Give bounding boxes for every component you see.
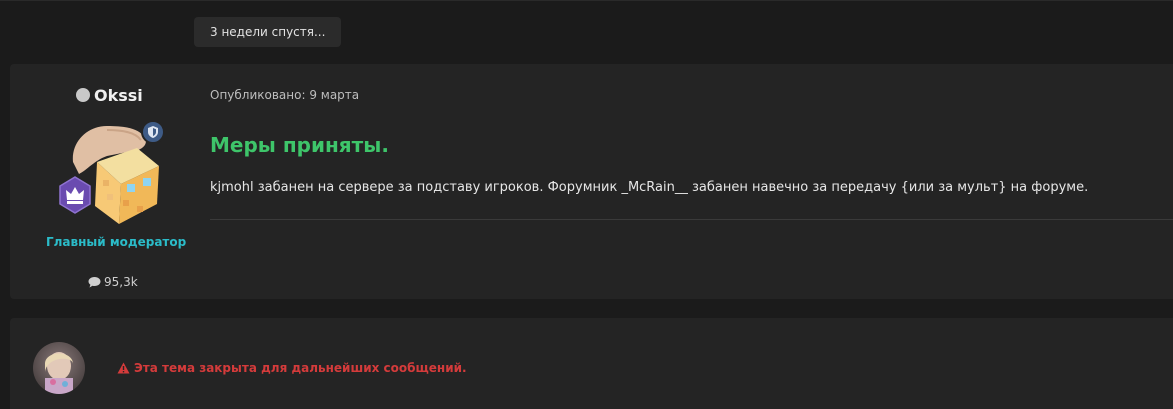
comment-icon — [88, 277, 101, 288]
author-name-link[interactable]: Okssi — [76, 86, 143, 105]
user-avatar-image — [33, 342, 85, 394]
moderator-shield-icon — [141, 120, 165, 144]
author-name: Okssi — [94, 86, 143, 105]
topic-page: 3 недели спустя... Okssi Главный модерат… — [0, 0, 1173, 409]
time-gap-button[interactable]: 3 недели спустя... — [194, 17, 342, 47]
crown-badge-icon — [56, 176, 94, 214]
current-user-avatar[interactable] — [33, 342, 85, 394]
post-title: Меры приняты. — [210, 133, 389, 157]
forum-post: Okssi Главный модератор 95,3k Опубликова… — [10, 64, 1173, 299]
warning-icon — [117, 362, 130, 374]
post-content: Опубликовано: 9 марта Меры приняты. kjmo… — [210, 64, 1173, 299]
top-divider — [0, 0, 1173, 1]
topic-closed-text: Эта тема закрыта для дальнейших сообщени… — [134, 361, 467, 375]
reaction-count-value: 95,3k — [104, 275, 138, 289]
post-body: kjmohl забанен на сервере за подставу иг… — [210, 180, 1089, 195]
topic-closed-box: Эта тема закрыта для дальнейших сообщени… — [10, 318, 1173, 409]
topic-closed-message: Эта тема закрыта для дальнейших сообщени… — [117, 361, 467, 375]
author-role: Главный модератор — [46, 235, 187, 249]
reaction-count: 95,3k — [88, 275, 138, 289]
status-dot-icon — [76, 88, 90, 102]
post-divider — [210, 219, 1173, 220]
post-date[interactable]: Опубликовано: 9 марта — [210, 88, 359, 102]
